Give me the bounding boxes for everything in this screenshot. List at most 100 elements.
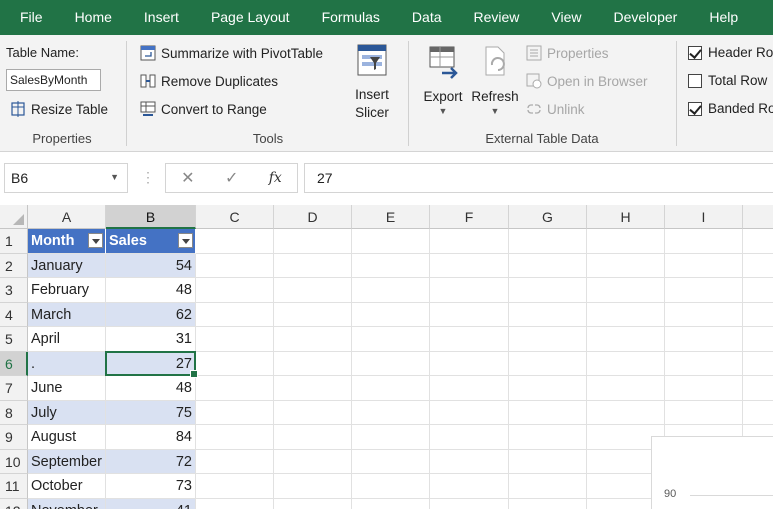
unlink-button[interactable]: Unlink <box>526 101 585 117</box>
empty-cell[interactable] <box>196 498 274 509</box>
empty-cell[interactable] <box>196 229 274 254</box>
empty-cell[interactable] <box>274 376 352 401</box>
empty-cell[interactable] <box>352 449 430 474</box>
month-cell[interactable]: August <box>28 425 106 450</box>
empty-cell[interactable] <box>665 376 743 401</box>
tab-review[interactable]: Review <box>458 0 536 35</box>
empty-cell[interactable] <box>196 302 274 327</box>
empty-cell[interactable] <box>196 425 274 450</box>
empty-cell[interactable] <box>196 253 274 278</box>
summarize-pivottable-button[interactable]: Summarize with PivotTable <box>140 45 323 61</box>
banded-rows-check-box[interactable] <box>688 101 702 116</box>
empty-cell[interactable] <box>430 425 509 450</box>
tab-home[interactable]: Home <box>59 0 128 35</box>
empty-cell[interactable] <box>665 400 743 425</box>
empty-cell[interactable] <box>665 278 743 303</box>
active-cell-selection[interactable] <box>105 350 198 378</box>
empty-cell[interactable] <box>274 400 352 425</box>
row-header[interactable]: 1 <box>0 229 28 254</box>
empty-cell[interactable] <box>352 229 430 254</box>
properties-button[interactable]: Properties <box>526 45 609 61</box>
filter-dropdown-icon[interactable] <box>178 233 193 248</box>
month-cell[interactable]: September <box>28 449 106 474</box>
formula-input[interactable]: 27 <box>304 163 773 193</box>
open-in-browser-button[interactable]: Open in Browser <box>526 73 648 89</box>
empty-cell[interactable] <box>665 327 743 352</box>
tab-insert[interactable]: Insert <box>128 0 195 35</box>
cancel-icon[interactable]: ✕ <box>181 168 194 188</box>
refresh-button[interactable]: Refresh ▼ <box>470 43 520 116</box>
empty-cell[interactable] <box>509 449 587 474</box>
empty-cell[interactable] <box>196 400 274 425</box>
empty-cell[interactable] <box>509 425 587 450</box>
filter-dropdown-icon[interactable] <box>88 233 103 248</box>
table-header-sales[interactable]: Sales <box>106 229 196 254</box>
empty-cell[interactable] <box>743 303 773 327</box>
month-cell[interactable]: . <box>28 351 106 376</box>
empty-cell[interactable] <box>743 278 773 303</box>
empty-cell[interactable] <box>352 351 430 376</box>
month-cell[interactable]: January <box>28 253 106 278</box>
empty-cell[interactable] <box>587 376 665 401</box>
empty-cell[interactable] <box>196 327 274 352</box>
empty-cell[interactable] <box>430 376 509 401</box>
column-header-b[interactable]: B <box>106 205 196 229</box>
column-header-d[interactable]: D <box>274 205 352 229</box>
empty-cell[interactable] <box>587 327 665 352</box>
name-box[interactable]: B6 ▼ <box>4 163 128 193</box>
empty-cell[interactable] <box>430 327 509 352</box>
column-header-c[interactable]: C <box>196 205 274 229</box>
empty-cell[interactable] <box>509 474 587 499</box>
empty-cell[interactable] <box>430 278 509 303</box>
enter-icon[interactable]: ✓ <box>225 168 238 188</box>
empty-cell[interactable] <box>743 254 773 278</box>
tab-formulas[interactable]: Formulas <box>306 0 396 35</box>
empty-cell[interactable] <box>352 302 430 327</box>
month-cell[interactable]: April <box>28 327 106 352</box>
empty-cell[interactable] <box>430 474 509 499</box>
convert-to-range-button[interactable]: Convert to Range <box>140 101 267 117</box>
total-row-checkbox[interactable]: Total Row <box>688 73 767 88</box>
empty-cell[interactable] <box>743 229 773 254</box>
row-header[interactable]: 4 <box>0 302 28 327</box>
column-header-g[interactable]: G <box>509 205 587 229</box>
empty-cell[interactable] <box>509 351 587 376</box>
month-cell[interactable]: July <box>28 400 106 425</box>
empty-cell[interactable] <box>352 278 430 303</box>
empty-cell[interactable] <box>509 278 587 303</box>
empty-cell[interactable] <box>274 302 352 327</box>
sales-cell[interactable]: 31 <box>106 327 196 352</box>
name-box-dropdown-icon[interactable]: ▼ <box>110 172 119 182</box>
sales-cell[interactable]: 54 <box>106 253 196 278</box>
table-header-month[interactable]: Month <box>28 229 106 254</box>
empty-cell[interactable] <box>509 376 587 401</box>
month-cell[interactable]: February <box>28 278 106 303</box>
empty-cell[interactable] <box>587 302 665 327</box>
empty-cell[interactable] <box>509 253 587 278</box>
row-header[interactable]: 8 <box>0 400 28 425</box>
embedded-chart[interactable]: 90 <box>651 436 773 509</box>
empty-cell[interactable] <box>587 229 665 254</box>
empty-cell[interactable] <box>352 425 430 450</box>
empty-cell[interactable] <box>352 327 430 352</box>
empty-cell[interactable] <box>587 351 665 376</box>
empty-cell[interactable] <box>430 449 509 474</box>
month-cell[interactable]: November <box>28 498 106 509</box>
empty-cell[interactable] <box>196 278 274 303</box>
empty-cell[interactable] <box>196 474 274 499</box>
header-row-checkbox[interactable]: Header Row <box>688 45 773 60</box>
select-all-button[interactable] <box>0 205 28 229</box>
empty-cell[interactable] <box>430 253 509 278</box>
empty-cell[interactable] <box>274 278 352 303</box>
empty-cell[interactable] <box>196 449 274 474</box>
empty-cell[interactable] <box>665 229 743 254</box>
empty-cell[interactable] <box>743 376 773 401</box>
tab-page-layout[interactable]: Page Layout <box>195 0 306 35</box>
empty-cell[interactable] <box>274 327 352 352</box>
empty-cell[interactable] <box>430 302 509 327</box>
empty-cell[interactable] <box>509 302 587 327</box>
sales-cell[interactable]: 48 <box>106 278 196 303</box>
total-row-check-box[interactable] <box>688 73 702 88</box>
column-header-i[interactable]: I <box>665 205 743 229</box>
empty-cell[interactable] <box>274 474 352 499</box>
